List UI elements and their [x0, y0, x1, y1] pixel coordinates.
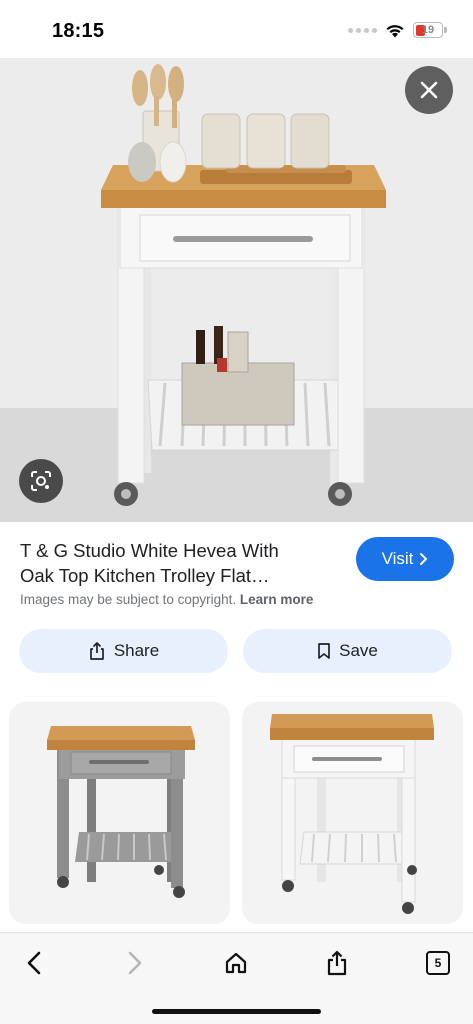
grey-trolley-illustration [47, 726, 195, 898]
cellular-signal-icon [348, 27, 377, 33]
status-indicators: 19 [348, 22, 447, 38]
back-button[interactable] [12, 941, 56, 985]
share-label: Share [113, 641, 160, 660]
status-time: 18:15 [52, 20, 105, 42]
tabs-button[interactable]: 5 [416, 941, 460, 985]
kitchen-trolley-illustration [0, 58, 473, 522]
copyright-text: Images may be subject to copyright. [20, 592, 237, 607]
chevron-right-icon [420, 553, 428, 565]
close-button[interactable] [405, 66, 453, 114]
back-icon [27, 951, 41, 975]
lens-icon [31, 471, 51, 491]
visit-label: Visit [381, 549, 414, 568]
share-button[interactable]: Share [19, 629, 228, 673]
bookmark-icon [318, 643, 330, 659]
save-label: Save [339, 641, 378, 660]
home-indicator [152, 1009, 321, 1014]
share-icon [327, 950, 347, 976]
share-icon [89, 642, 104, 660]
result-title-line-1: T & G Studio White Hevea With [20, 540, 279, 561]
close-icon [420, 81, 438, 99]
wifi-icon [386, 24, 404, 37]
tabs-count: 5 [434, 956, 442, 970]
battery-level: 19 [421, 24, 435, 36]
battery-icon: 19 [413, 22, 447, 38]
related-image-white-trolley[interactable] [242, 702, 463, 924]
related-image-grey-trolley[interactable] [9, 702, 230, 924]
learn-more-link[interactable]: Learn more [240, 592, 314, 607]
save-button[interactable]: Save [243, 629, 452, 673]
tabs-icon: 5 [426, 951, 450, 975]
forward-button[interactable] [113, 941, 157, 985]
home-button[interactable] [214, 941, 258, 985]
white-trolley-illustration [270, 714, 434, 914]
related-images-grid [0, 692, 473, 932]
result-info: T & G Studio White Hevea With Oak Top Ki… [0, 522, 473, 692]
home-icon [225, 952, 247, 974]
share-page-button[interactable] [315, 941, 359, 985]
visit-button[interactable]: Visit [356, 537, 454, 581]
forward-icon [128, 951, 142, 975]
status-bar: 18:15 19 [0, 0, 473, 58]
lens-search-button[interactable] [19, 459, 63, 503]
copyright-notice: Images may be subject to copyright. Lear… [20, 592, 313, 607]
browser-toolbar: 5 [0, 932, 473, 1024]
product-image[interactable] [0, 58, 473, 522]
result-title[interactable]: T & G Studio White Hevea With Oak Top Ki… [20, 538, 338, 588]
result-title-line-2: Oak Top Kitchen Trolley Flat… [20, 565, 270, 586]
